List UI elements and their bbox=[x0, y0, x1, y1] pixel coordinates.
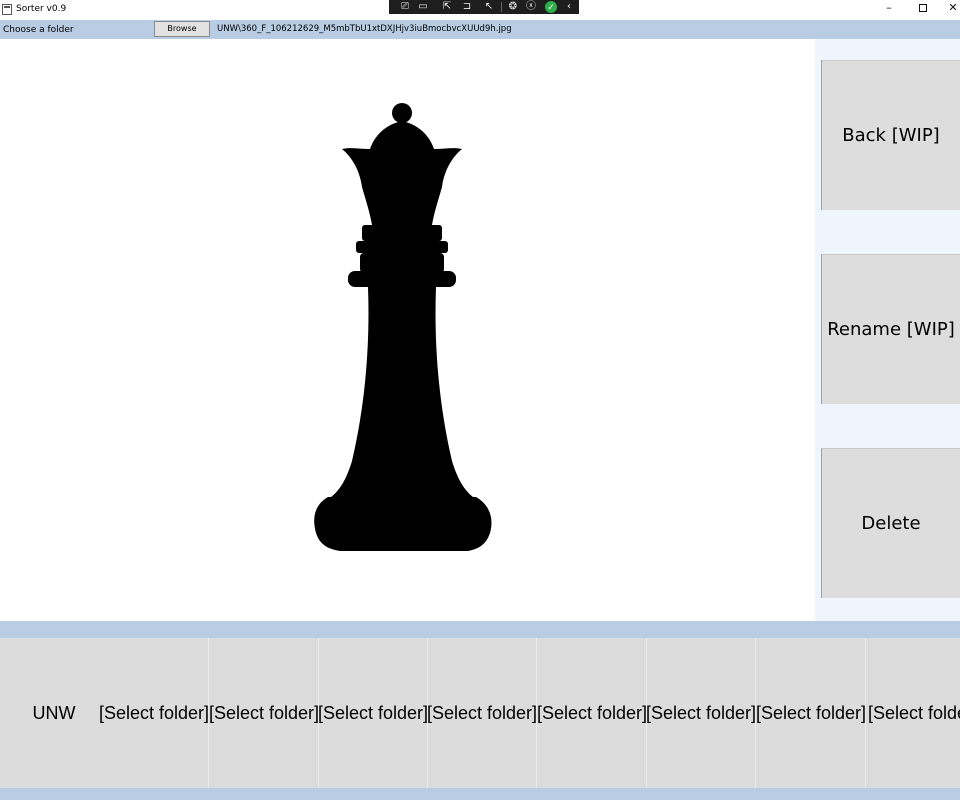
folder-button-select[interactable]: [Select folder] bbox=[646, 638, 756, 788]
maximize-button[interactable] bbox=[906, 0, 940, 18]
chess-queen-image bbox=[314, 103, 492, 551]
window-icon[interactable]: ⊐ bbox=[461, 1, 473, 13]
chevron-left-icon[interactable]: ‹ bbox=[563, 1, 575, 13]
delete-button[interactable]: Delete bbox=[821, 448, 960, 598]
checkmark-icon[interactable]: ✓ bbox=[545, 1, 557, 13]
app-icon bbox=[2, 4, 12, 15]
rename-button[interactable]: Rename [WIP] bbox=[821, 254, 960, 404]
close-button[interactable]: ✕ bbox=[936, 0, 960, 18]
video-icon[interactable]: ▭ bbox=[417, 1, 429, 13]
folder-button-row: UNW [Select folder] [Select folder] [Sel… bbox=[0, 638, 960, 788]
frame-icon[interactable]: ⎚ bbox=[399, 1, 411, 13]
choose-folder-label: Choose a folder bbox=[3, 25, 74, 35]
separator-bar bbox=[0, 621, 960, 638]
folder-button-select[interactable]: [Select folder] bbox=[537, 638, 647, 788]
image-preview bbox=[0, 39, 815, 621]
title-bar: Sorter v0.9 ⎚ ▭ ⇱ ⊐ ↖ ❂ ⓧ ✓ ‹ – ✕ bbox=[0, 0, 960, 20]
select-icon[interactable]: ⇱ bbox=[441, 1, 453, 13]
toolbar-divider bbox=[501, 2, 502, 12]
maximize-icon bbox=[919, 4, 927, 12]
folder-button-select[interactable]: [Select folder] bbox=[427, 638, 537, 788]
minimize-button[interactable]: – bbox=[872, 0, 906, 18]
folder-button-select[interactable]: [Select folder] bbox=[99, 638, 209, 788]
cursor-icon[interactable]: ↖ bbox=[483, 1, 495, 13]
bottom-bar bbox=[0, 788, 960, 800]
caption-toolbar: ⎚ ▭ ⇱ ⊐ ↖ ❂ ⓧ ✓ ‹ bbox=[389, 0, 579, 14]
network-icon[interactable]: ❂ bbox=[507, 1, 519, 13]
folder-button-select[interactable]: [Select folder] bbox=[756, 638, 866, 788]
action-sidebar: Back [WIP] Rename [WIP] Delete bbox=[815, 39, 960, 621]
browse-button[interactable]: Browse bbox=[154, 21, 210, 37]
folder-button-unw[interactable]: UNW bbox=[0, 638, 109, 788]
folder-button-select[interactable]: [Select folder] bbox=[318, 638, 428, 788]
window-title: Sorter v0.9 bbox=[16, 4, 67, 14]
folder-button-select[interactable]: [Select folder] bbox=[209, 638, 319, 788]
back-button[interactable]: Back [WIP] bbox=[821, 60, 960, 210]
folder-button-select[interactable]: [Select folder] bbox=[866, 638, 960, 788]
close-circle-icon[interactable]: ⓧ bbox=[525, 1, 537, 13]
file-path-text: UNW\360_F_106212629_M5mbTbU1xtDXJHjv3iuB… bbox=[217, 24, 512, 34]
